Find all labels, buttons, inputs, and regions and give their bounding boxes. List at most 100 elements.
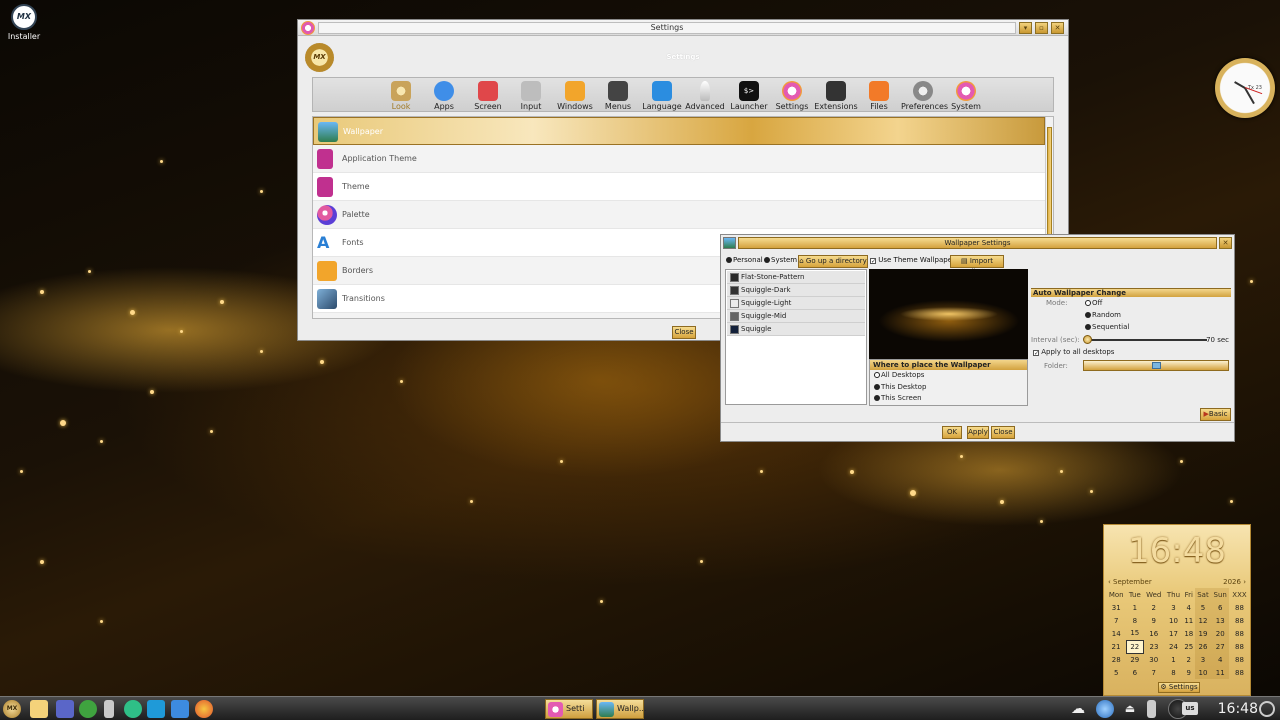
calendar-day[interactable]: 7 <box>1106 614 1127 627</box>
terminal-icon[interactable] <box>147 700 165 718</box>
settings-wrench-icon[interactable] <box>30 700 48 718</box>
close-button[interactable]: Close <box>672 326 696 339</box>
calendar-day[interactable]: 31 <box>1106 601 1127 614</box>
calendar-day[interactable]: 24 <box>1164 640 1182 653</box>
calendar-day-today[interactable]: 22 <box>1126 639 1144 654</box>
next-month-icon[interactable]: › <box>1243 578 1246 586</box>
mode-off-radio[interactable]: Off <box>1085 299 1102 307</box>
calendar-day[interactable]: 12 <box>1194 614 1211 627</box>
tab-language[interactable]: Language <box>640 79 684 112</box>
close-dialog-button[interactable]: ✕ <box>1219 237 1232 249</box>
firefox-icon[interactable] <box>195 700 213 718</box>
calendar-day[interactable]: 3 <box>1164 601 1182 614</box>
calendar-month[interactable]: ‹ September <box>1108 578 1152 586</box>
file-item[interactable]: Squiggle-Mid <box>727 310 865 323</box>
go-up-directory-button[interactable]: ⌂ Go up a directory <box>798 255 868 268</box>
place-this-desktop-radio[interactable]: This Desktop <box>870 382 1027 394</box>
file-item[interactable]: Squiggle-Light <box>727 297 865 310</box>
file-item[interactable]: Flat-Stone-Pattern <box>727 271 865 284</box>
eject-icon[interactable]: ⏏ <box>1121 700 1139 718</box>
mode-random-radio[interactable]: Random <box>1085 311 1121 319</box>
dialog-close-button[interactable]: Close <box>991 426 1015 439</box>
import-file-button[interactable]: ▤ Import File... <box>950 255 1004 276</box>
tab-apps[interactable]: Apps <box>422 79 466 112</box>
calendar-day[interactable]: 25 <box>1183 640 1195 653</box>
source-personal-radio[interactable]: Personal <box>726 256 763 264</box>
calendar-day[interactable]: 9 <box>1143 614 1164 627</box>
tab-preferences[interactable]: Preferences <box>901 79 948 112</box>
apply-button[interactable]: Apply <box>967 426 989 439</box>
settings-titlebar[interactable]: Settings ▾ ▫ ✕ <box>298 20 1068 36</box>
calendar-day[interactable]: 26 <box>1194 640 1211 653</box>
calendar-day[interactable]: 10 <box>1194 666 1211 679</box>
mode-sequential-radio[interactable]: Sequential <box>1085 323 1129 331</box>
maximize-button[interactable]: ▫ <box>1035 22 1048 34</box>
calendar-day[interactable]: 5 <box>1106 666 1127 679</box>
calendar-day[interactable]: 28 <box>1106 653 1127 666</box>
ok-button[interactable]: OK <box>942 426 962 439</box>
tab-advanced[interactable]: Advanced <box>683 79 727 112</box>
calendar-day[interactable]: 9 <box>1183 666 1195 679</box>
calendar-day[interactable]: 8 <box>1127 614 1144 627</box>
battery-icon[interactable] <box>104 700 114 718</box>
close-window-button[interactable]: ✕ <box>1051 22 1064 34</box>
scrollbar-thumb[interactable] <box>1047 127 1052 237</box>
list-item-wallpaper[interactable]: Wallpaper <box>313 117 1045 145</box>
task-settings[interactable]: Setti <box>545 699 593 719</box>
basic-mode-button[interactable]: ▶Basic <box>1200 408 1231 421</box>
tweak-icon[interactable] <box>79 700 97 718</box>
calendar-day[interactable]: 5 <box>1194 601 1211 614</box>
tab-screen[interactable]: Screen <box>466 79 510 112</box>
start-menu-button[interactable]: MX <box>3 700 21 718</box>
calendar-day[interactable]: 23 <box>1143 640 1164 653</box>
chat-icon[interactable] <box>124 700 142 718</box>
task-wallpaper[interactable]: Wallp... <box>596 699 646 719</box>
calendar-day[interactable]: 4 <box>1210 653 1230 666</box>
calendar-day[interactable]: 1 <box>1164 653 1182 666</box>
panel-clock[interactable]: 16:48 <box>1218 699 1258 719</box>
list-item-application-theme[interactable]: Application Theme <box>313 145 1045 173</box>
network-icon[interactable] <box>1096 700 1114 718</box>
calendar-day[interactable]: 3 <box>1194 653 1211 666</box>
place-this-screen-radio[interactable]: This Screen <box>870 393 1027 405</box>
slider-handle[interactable] <box>1083 335 1092 344</box>
calendar-day[interactable]: 27 <box>1210 640 1230 653</box>
prev-month-icon[interactable]: ‹ <box>1108 578 1111 586</box>
battery-status-icon[interactable] <box>1147 700 1156 718</box>
tab-launcher[interactable]: $> Launcher <box>727 79 771 112</box>
file-item[interactable]: Squiggle <box>727 323 865 336</box>
calendar-day[interactable]: 30 <box>1143 653 1164 666</box>
calendar-day[interactable]: 19 <box>1194 627 1211 640</box>
installer-desktop-icon[interactable]: MX Installer <box>6 4 42 41</box>
tab-files[interactable]: Files <box>857 79 901 112</box>
keyboard-layout-indicator[interactable]: us <box>1182 702 1198 715</box>
analog-clock-widget[interactable]: Tx 23 <box>1215 58 1275 118</box>
calendar-day[interactable]: 10 <box>1164 614 1182 627</box>
calendar-day[interactable]: 16 <box>1143 627 1164 640</box>
files-icon[interactable] <box>171 700 189 718</box>
power-icon[interactable] <box>1259 701 1275 717</box>
list-item-theme[interactable]: Theme <box>313 173 1045 201</box>
source-system-radio[interactable]: System <box>764 256 797 264</box>
tab-input[interactable]: Input <box>509 79 553 112</box>
tab-settings[interactable]: Settings <box>770 79 814 112</box>
calendar-day[interactable]: 14 <box>1106 627 1127 640</box>
calendar-day[interactable]: 7 <box>1143 666 1164 679</box>
calendar-year[interactable]: 2026 › <box>1223 578 1246 586</box>
calendar-day[interactable]: 29 <box>1127 653 1144 666</box>
calendar-day[interactable]: 4 <box>1183 601 1195 614</box>
apply-all-desktops-checkbox[interactable]: ✓ Apply to all desktops <box>1033 348 1114 357</box>
tab-system[interactable]: System <box>944 79 988 112</box>
calendar-day[interactable]: 2 <box>1183 653 1195 666</box>
calendar-day[interactable]: 13 <box>1210 614 1230 627</box>
calendar-day[interactable]: 11 <box>1210 666 1230 679</box>
calendar-settings-button[interactable]: ⚙ Settings <box>1158 682 1200 693</box>
calendar-day[interactable]: 18 <box>1183 627 1195 640</box>
calendar-day[interactable]: 17 <box>1164 627 1182 640</box>
calendar-day[interactable]: 6 <box>1127 666 1144 679</box>
tab-look[interactable]: Look <box>379 79 423 112</box>
calendar-day[interactable]: 1 <box>1127 601 1144 614</box>
minimize-button[interactable]: ▾ <box>1019 22 1032 34</box>
place-all-desktops-radio[interactable]: All Desktops <box>870 370 1027 382</box>
tab-windows[interactable]: Windows <box>553 79 597 112</box>
